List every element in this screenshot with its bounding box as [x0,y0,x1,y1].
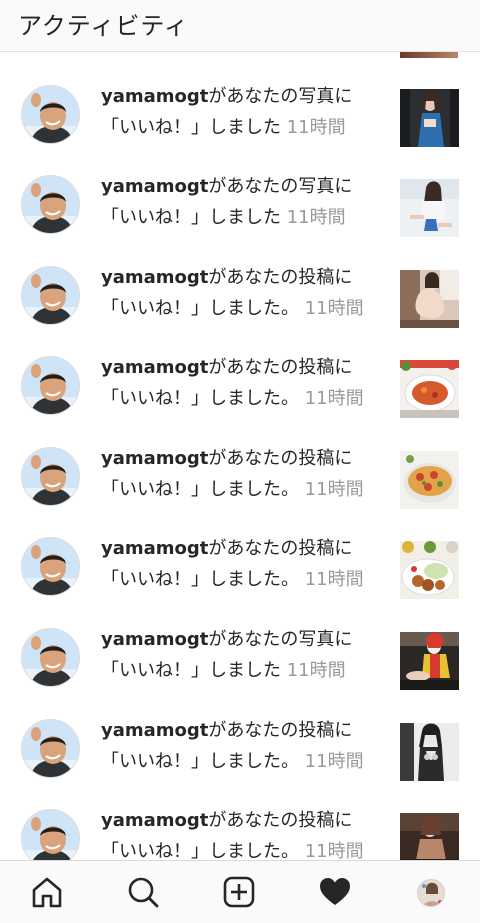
home-icon[interactable] [30,875,64,909]
bottom-nav-bar [0,860,480,923]
activity-item[interactable]: yamamogtがあなたの投稿に「いいね！」しました。 11時間 [0,692,480,782]
profile-avatar[interactable] [417,879,445,907]
user-avatar[interactable] [21,175,80,234]
user-avatar[interactable] [21,356,80,415]
username-link[interactable]: yamamogt [101,720,208,741]
username-link[interactable]: yamamogt [101,357,208,378]
username-link[interactable]: yamamogt [101,629,208,650]
user-avatar[interactable] [21,266,80,325]
activity-item[interactable]: yamamogtがあなたの投稿に「いいね！」しました。 11時間 [0,239,480,329]
timestamp: 11時間 [286,207,346,228]
timestamp: 11時間 [304,298,364,319]
username-link[interactable]: yamamogt [101,810,208,831]
user-avatar[interactable] [21,628,80,687]
post-thumbnail[interactable] [400,89,459,147]
activity-item[interactable]: yamamogtがあなたの写真に「いいね！」しました 11時間 [0,601,480,691]
post-thumbnail[interactable] [400,541,459,599]
post-thumbnail[interactable] [400,179,459,237]
username-link[interactable]: yamamogt [101,538,208,559]
activity-heart-icon[interactable] [318,875,352,909]
username-link[interactable]: yamamogt [101,176,208,197]
username-link[interactable]: yamamogt [101,267,208,288]
timestamp: 11時間 [304,751,364,772]
notification-text: yamamogtがあなたの投稿に「いいね！」しました。 11時間 [101,443,383,505]
notification-text: yamamogtがあなたの写真に「いいね！」しました 11時間 [101,624,383,686]
notification-text: yamamogtがあなたの投稿に「いいね！」しました。 11時間 [101,805,383,860]
notification-text: yamamogtがあなたの写真に「いいね！」しました 11時間 [101,171,383,233]
post-thumbnail[interactable] [400,632,459,690]
activity-item[interactable]: yamamogtがあなたの投稿に「いいね！」しました。 11時間 [0,329,480,419]
username-link[interactable]: yamamogt [101,448,208,469]
user-avatar[interactable] [21,809,80,860]
activity-header: アクティビティ [0,0,480,52]
timestamp: 11時間 [286,117,346,138]
username-link[interactable]: yamamogt [101,86,208,107]
notification-text: yamamogtがあなたの投稿に「いいね！」しました。 11時間 [101,352,383,414]
activity-feed[interactable]: yamamogtがあなたの写真に「いいね！」しました 11時間 yamamogt… [0,58,480,860]
new-post-icon[interactable] [222,875,256,909]
notification-text: yamamogtがあなたの投稿に「いいね！」しました。 11時間 [101,262,383,324]
activity-item[interactable]: yamamogtがあなたの写真に「いいね！」しました 11時間 [0,58,480,148]
user-avatar[interactable] [21,537,80,596]
notification-text: yamamogtがあなたの写真に「いいね！」しました 11時間 [101,81,383,143]
activity-item[interactable]: yamamogtがあなたの投稿に「いいね！」しました。 11時間 [0,782,480,860]
page-title: アクティビティ [18,12,189,40]
timestamp: 11時間 [304,479,364,500]
user-avatar[interactable] [21,719,80,778]
post-thumbnail[interactable] [400,451,459,509]
timestamp: 11時間 [304,569,364,590]
timestamp: 11時間 [286,660,346,681]
search-icon[interactable] [126,875,160,909]
user-avatar[interactable] [21,447,80,506]
timestamp: 11時間 [304,841,364,860]
timestamp: 11時間 [304,388,364,409]
post-thumbnail[interactable] [400,723,459,781]
activity-item[interactable]: yamamogtがあなたの写真に「いいね！」しました 11時間 [0,148,480,238]
user-avatar[interactable] [21,85,80,144]
activity-item[interactable]: yamamogtがあなたの投稿に「いいね！」しました。 11時間 [0,510,480,600]
activity-item[interactable]: yamamogtがあなたの投稿に「いいね！」しました。 11時間 [0,420,480,510]
post-thumbnail[interactable] [400,270,459,328]
notification-text: yamamogtがあなたの投稿に「いいね！」しました。 11時間 [101,715,383,777]
post-thumbnail[interactable] [400,360,459,418]
post-thumbnail[interactable] [400,813,459,860]
notification-text: yamamogtがあなたの投稿に「いいね！」しました。 11時間 [101,533,383,595]
